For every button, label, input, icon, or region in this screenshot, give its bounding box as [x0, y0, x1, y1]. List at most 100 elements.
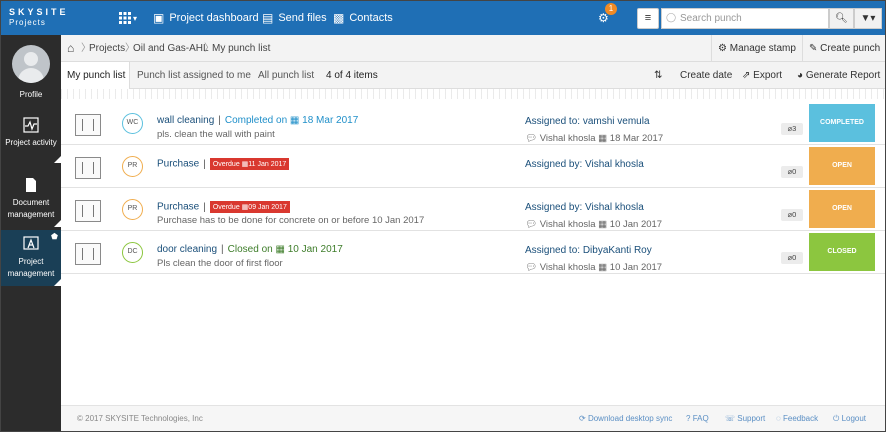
apps-grid-button[interactable]: ▾ — [119, 1, 137, 35]
nav-label: Contacts — [349, 12, 393, 24]
faq-link[interactable]: ? FAQ — [686, 414, 709, 423]
status-badge: OPEN — [809, 147, 875, 185]
overdue-date: 11 Jan 2017 — [248, 161, 287, 168]
sidebar-item-project-activity[interactable]: Project activity — [1, 115, 61, 163]
home-icon[interactable]: ⌂ — [67, 35, 74, 62]
document-icon — [23, 177, 39, 193]
sync-icon: ⟳ — [579, 414, 586, 423]
logout-link[interactable]: ⏻ Logout — [833, 414, 866, 424]
avatar[interactable] — [12, 45, 50, 83]
punch-title[interactable]: door cleaning — [157, 244, 217, 255]
attachment-count[interactable]: ⌀0 — [781, 209, 803, 221]
export-button[interactable]: ⇗ Export — [742, 62, 782, 89]
punch-row[interactable]: PR Purchase | Overdue ▦11 Jan 2017 Assigne… — [61, 145, 885, 188]
attachment-count[interactable]: ⌀0 — [781, 166, 803, 178]
punch-title[interactable]: Purchase — [157, 159, 199, 170]
punch-assignee: Assigned by: Vishal khosla — [525, 159, 644, 170]
notification-badge: 1 — [605, 3, 617, 15]
comment-icon: 💬︎ — [525, 262, 538, 273]
sidebar-item-label: Project management — [7, 257, 55, 278]
punch-assignee: Assigned to: DibyaKanti Roy — [525, 245, 652, 256]
download-sync-link[interactable]: ⟳ Download desktop sync — [579, 414, 672, 423]
top-bar: SKYSITE Projects ▾ ▣ Project dashboard ▤… — [1, 1, 885, 35]
sort-icon[interactable]: ⇅ — [654, 62, 662, 89]
nav-project-dashboard[interactable]: ▣ Project dashboard — [153, 1, 259, 35]
overdue-badge: Overdue ▦09 Jan 2017 — [209, 201, 290, 213]
search-button[interactable]: 🔍︎ — [829, 8, 854, 29]
logo[interactable]: SKYSITE Projects — [9, 7, 69, 27]
manage-stamp-label: Manage stamp — [729, 43, 796, 54]
avatar-body — [18, 68, 44, 83]
export-label: Export — [753, 70, 783, 81]
punch-creator: Vishal khosla — [539, 219, 596, 230]
punch-assignee: Assigned to: vamshi vemula — [525, 116, 650, 127]
logo-subtext: Projects — [9, 18, 46, 27]
punch-description: Purchase has to be done for concrete on … — [157, 215, 425, 226]
menu-icon[interactable]: ≡ — [637, 8, 659, 29]
tab-punch-list-assigned[interactable]: Punch list assigned to me — [137, 62, 251, 89]
breadcrumb-current: My punch list — [212, 43, 271, 54]
punch-row[interactable]: WC wall cleaning | Completed on ▦ 18 Mar 2… — [61, 102, 885, 145]
filter-icon: ▼▾ — [860, 13, 876, 24]
status-badge: COMPLETED — [809, 104, 875, 142]
nav-label: Project dashboard — [169, 12, 259, 24]
punch-initials: PR — [122, 156, 143, 177]
calendar-icon: ▦ — [598, 133, 608, 144]
attachment-number: 0 — [792, 253, 797, 262]
link-label: FAQ — [692, 414, 709, 423]
nav-label: Send files — [278, 12, 327, 24]
punch-status-date: 10 Jan 2017 — [287, 244, 343, 255]
generate-report-button[interactable]: ◕ Generate Report — [797, 62, 880, 89]
overdue-badge: Overdue ▦11 Jan 2017 — [209, 158, 290, 170]
footer: © 2017 SKYSITE Technologies, Inc ⟳ Downl… — [61, 405, 885, 431]
logo-text: SKYSITE — [9, 7, 69, 17]
export-icon: ⇗ — [742, 70, 751, 81]
calendar-icon: ▦ — [289, 115, 300, 126]
link-label: Download desktop sync — [587, 414, 673, 423]
overdue-label: Overdue — [212, 204, 240, 211]
punch-row[interactable]: PR Purchase | Overdue ▦09 Jan 2017 Purchas… — [61, 188, 885, 231]
search-input[interactable]: Search punch — [661, 8, 829, 29]
nav-send-files[interactable]: ▤ Send files — [262, 1, 327, 35]
tab-all-punch-list[interactable]: All punch list — [258, 62, 314, 89]
punch-row[interactable]: DC door cleaning | Closed on ▦ 10 Jan 2017… — [61, 231, 885, 274]
manage-stamp-button[interactable]: ⚙ Manage stamp — [711, 35, 796, 62]
sidebar-item-document-management[interactable]: Document management — [1, 175, 61, 227]
filter-button[interactable]: ▼▾ — [854, 8, 882, 29]
generate-report-label: Generate Report — [805, 70, 881, 81]
dashboard-icon: ▣ — [153, 11, 165, 25]
punch-title-line: Purchase | Overdue ▦09 Jan 2017 — [157, 201, 290, 213]
status-badge: OPEN — [809, 190, 875, 228]
attachment-count[interactable]: ⌀3 — [781, 123, 803, 135]
avatar-head — [24, 52, 38, 66]
attachment-number: 0 — [792, 167, 797, 176]
grid-icon — [119, 12, 131, 24]
sidebar-profile-label[interactable]: Profile — [1, 89, 61, 101]
create-date-sort[interactable]: Create date — [680, 62, 732, 89]
main-content: ⌂ 〉 Projects 〉 Oil and Gas-AHL 〉 My punc… — [61, 35, 885, 431]
power-icon: ⏻ — [833, 414, 840, 423]
sidebar-item-label: Document management — [7, 198, 55, 219]
sidebar-item-project-management[interactable]: Project management ⬟ — [1, 230, 61, 286]
calendar-icon: ▦ — [598, 219, 608, 230]
punch-title[interactable]: wall cleaning — [157, 115, 214, 126]
attachment-count[interactable]: ⌀0 — [781, 252, 803, 264]
breadcrumb-project[interactable]: Oil and Gas-AHL — [133, 35, 209, 62]
contacts-icon: ▩ — [333, 11, 345, 25]
support-link[interactable]: ☏ Support — [725, 414, 765, 423]
sidebar-item-label: Project activity — [5, 138, 57, 147]
expand-corner-icon — [54, 156, 61, 163]
pin-icon[interactable]: ⬟ — [51, 232, 58, 241]
feedback-link[interactable]: ◌ Feedback — [776, 414, 818, 423]
breadcrumb-projects[interactable]: Projects — [89, 35, 125, 62]
punch-meta: 💬︎ Vishal khosla ▦ 10 Jan 2017 — [525, 262, 662, 273]
tab-bar: My punch list Punch list assigned to me … — [61, 62, 885, 89]
punch-title[interactable]: Purchase — [157, 202, 199, 213]
create-punch-button[interactable]: ✎ Create punch — [802, 35, 880, 62]
chevron-down-icon: ▾ — [133, 13, 138, 23]
comment-icon: 💬︎ — [525, 133, 538, 144]
nav-contacts[interactable]: ▩ Contacts — [333, 1, 393, 35]
punch-initials: DC — [122, 242, 143, 263]
tab-my-punch-list[interactable]: My punch list — [61, 62, 130, 89]
search-icon: 🔍︎ — [835, 13, 848, 24]
